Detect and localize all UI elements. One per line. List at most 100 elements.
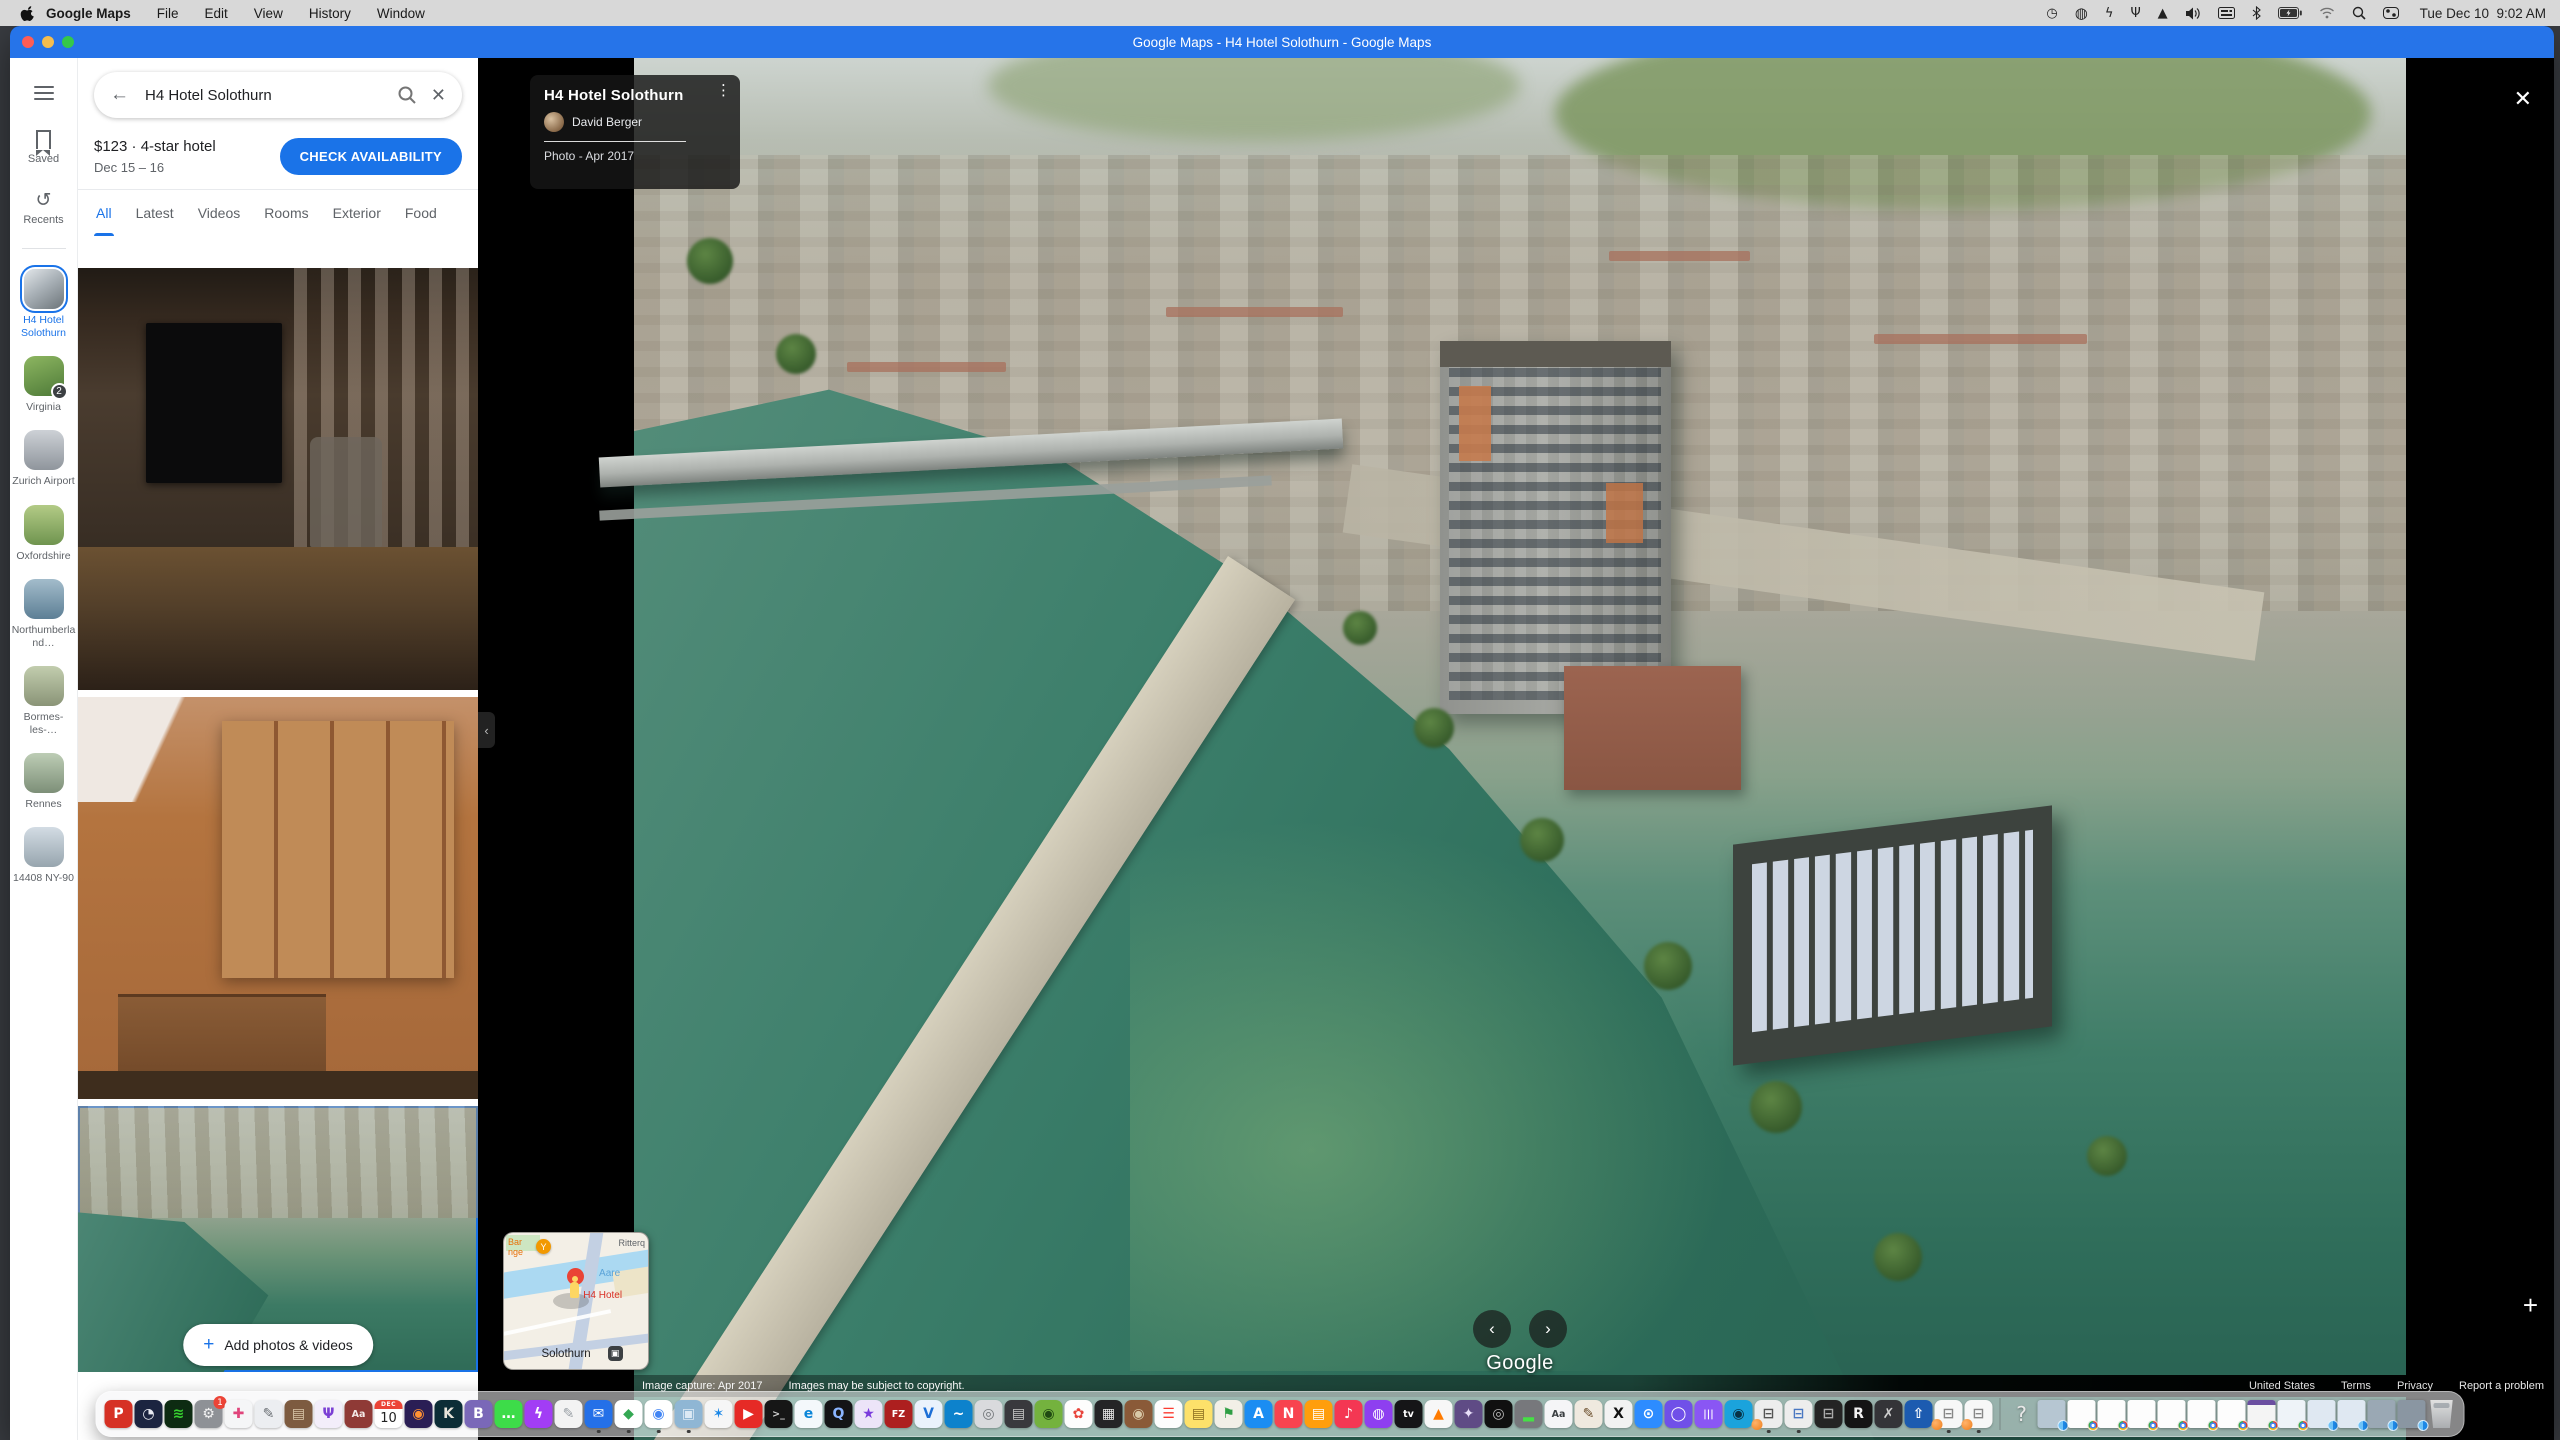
firefox-app[interactable]: ◉ (405, 1400, 433, 1428)
openoffice-app[interactable]: ~ (945, 1400, 973, 1428)
desktop-picture-app[interactable]: ▣ (675, 1400, 703, 1428)
app-store-app[interactable]: A (1245, 1400, 1273, 1428)
printer-utility-app[interactable]: ⊟ (1755, 1400, 1783, 1428)
control-center-icon[interactable] (2383, 7, 2399, 19)
recent-place-bormes-les[interactable]: Bormes-les-… (12, 666, 76, 737)
sketch-app[interactable]: ✎ (555, 1400, 583, 1428)
previous-photo-button[interactable]: ‹ (1473, 1310, 1511, 1348)
safari-app[interactable]: ✶ (705, 1400, 733, 1428)
eject-icon[interactable]: ▲ (2158, 7, 2168, 20)
apple-logo-icon[interactable] (20, 5, 36, 21)
tab-rooms[interactable]: Rooms (252, 190, 320, 236)
messenger-app[interactable]: ϟ (525, 1400, 553, 1428)
minimized-chrome-window[interactable] (2218, 1400, 2246, 1428)
minimized-chrome-window[interactable] (2068, 1400, 2096, 1428)
clear-search-icon[interactable]: ✕ (431, 85, 446, 106)
author-avatar[interactable] (544, 112, 564, 132)
v-app[interactable]: V (915, 1400, 943, 1428)
bluetooth-icon[interactable] (2252, 6, 2261, 20)
mail-app[interactable]: ✉ (585, 1400, 613, 1428)
hamburger-menu-icon[interactable] (34, 82, 54, 104)
r-app[interactable]: R (1845, 1400, 1873, 1428)
tab-exterior[interactable]: Exterior (321, 190, 393, 236)
trash[interactable] (2428, 1400, 2456, 1428)
add-photos-button[interactable]: + Add photos & videos (183, 1324, 373, 1366)
vlc-app[interactable]: ▲ (1425, 1400, 1453, 1428)
mini-map[interactable]: Bar nge Y Ritterq Aare H4 Hotel Solothur… (503, 1232, 649, 1370)
music-app[interactable]: ♪ (1335, 1400, 1363, 1428)
keyboard-icon[interactable] (2218, 7, 2235, 19)
volume-icon[interactable] (2185, 7, 2201, 20)
terminal-app[interactable]: >_ (765, 1400, 793, 1428)
recent-place-rennes[interactable]: Rennes (12, 753, 76, 811)
battery-icon[interactable] (2278, 7, 2302, 19)
pdf-app[interactable]: P (105, 1400, 133, 1428)
menu-edit[interactable]: Edit (205, 6, 228, 21)
photo-author[interactable]: David Berger (572, 115, 642, 129)
tab-latest[interactable]: Latest (124, 190, 186, 236)
wifi-icon[interactable] (2319, 7, 2335, 19)
next-photo-button[interactable]: › (1529, 1310, 1567, 1348)
minimized-sheet-window[interactable] (2248, 1400, 2276, 1428)
notes-app[interactable]: ▤ (1185, 1400, 1213, 1428)
search-input[interactable] (145, 87, 385, 104)
costume-app[interactable]: ✦ (1455, 1400, 1483, 1428)
calendar-app[interactable]: DEC10 (375, 1400, 403, 1428)
minimized-image-window[interactable] (2368, 1400, 2396, 1428)
menu-file[interactable]: File (157, 6, 179, 21)
recent-place-14408-ny-90[interactable]: 14408 NY-90 (12, 827, 76, 885)
menu-window[interactable]: Window (377, 6, 425, 21)
print-center-app[interactable]: ⊟ (1785, 1400, 1813, 1428)
footer-link-report-a-problem[interactable]: Report a problem (2459, 1380, 2544, 1392)
piano-app[interactable]: ▦ (1095, 1400, 1123, 1428)
search-box[interactable]: ← ✕ (94, 72, 462, 118)
kindle-app[interactable]: K (435, 1400, 463, 1428)
minimized-chrome-window[interactable] (2188, 1400, 2216, 1428)
alarm-icon[interactable]: ◷ (2046, 7, 2057, 20)
usb-icon[interactable]: Ψ (2130, 7, 2140, 20)
google-maps-app[interactable]: ◆ (615, 1400, 643, 1428)
shortcuts-icon[interactable]: ϟ (2105, 7, 2114, 20)
dvd-player-app[interactable]: ◎ (975, 1400, 1003, 1428)
keychain-app[interactable]: ✗ (1875, 1400, 1903, 1428)
loopback-app[interactable]: ◯ (1665, 1400, 1693, 1428)
menu-history[interactable]: History (309, 6, 351, 21)
recent-place-zurich-airport[interactable]: Zurich Airport (12, 430, 76, 488)
tab-all[interactable]: All (84, 190, 124, 236)
archive-app[interactable]: ▤ (285, 1400, 313, 1428)
spotlight-icon[interactable] (2352, 6, 2366, 20)
printer-b-app[interactable]: ⊟ (1965, 1400, 1993, 1428)
system-settings-app[interactable]: ⚙1 (195, 1400, 223, 1428)
usb-app[interactable]: Ψ (315, 1400, 343, 1428)
printer-a-app[interactable]: ⊟ (1935, 1400, 1963, 1428)
minimized-chrome-window[interactable] (2098, 1400, 2126, 1428)
minimized-chrome-window[interactable] (2128, 1400, 2156, 1428)
help-window[interactable]: ? (2008, 1400, 2036, 1428)
photos-app[interactable]: ✿ (1065, 1400, 1093, 1428)
vinyl-app[interactable]: ◎ (1485, 1400, 1513, 1428)
gray-terminal-app[interactable]: ▂ (1515, 1400, 1543, 1428)
speedtest-app[interactable]: ◔ (135, 1400, 163, 1428)
gimp-app[interactable]: ✎ (1575, 1400, 1603, 1428)
recent-place-northumberland[interactable]: Northumberland… (12, 579, 76, 650)
x11-app[interactable]: X (1605, 1400, 1633, 1428)
quicktime-app[interactable]: Q (825, 1400, 853, 1428)
video-app[interactable]: ▤ (1005, 1400, 1033, 1428)
photo-thumbnail-room[interactable] (78, 268, 478, 690)
app-circle-icon[interactable]: ◍ (2075, 6, 2088, 21)
zoom-app[interactable]: ⊙ (1635, 1400, 1663, 1428)
close-photo-icon[interactable]: ✕ (2514, 86, 2532, 112)
minimized-finder-window[interactable] (2338, 1400, 2366, 1428)
back-arrow-icon[interactable]: ← (110, 84, 129, 106)
apple-tv-app[interactable]: tv (1395, 1400, 1423, 1428)
search-icon[interactable] (397, 85, 417, 105)
recent-place-oxfordshire[interactable]: Oxfordshire (12, 505, 76, 563)
font-book-app[interactable]: Aa (1545, 1400, 1573, 1428)
photo-thumbnail-cabinet[interactable] (78, 697, 478, 1099)
sidebar-item-saved[interactable]: Saved (28, 130, 59, 165)
shield-app[interactable]: ⇧ (1905, 1400, 1933, 1428)
recent-place-virginia[interactable]: 2Virginia (12, 356, 76, 414)
menu-view[interactable]: View (254, 6, 283, 21)
minimized-photo-window[interactable] (2038, 1400, 2066, 1428)
minimized-pale-window[interactable] (2278, 1400, 2306, 1428)
